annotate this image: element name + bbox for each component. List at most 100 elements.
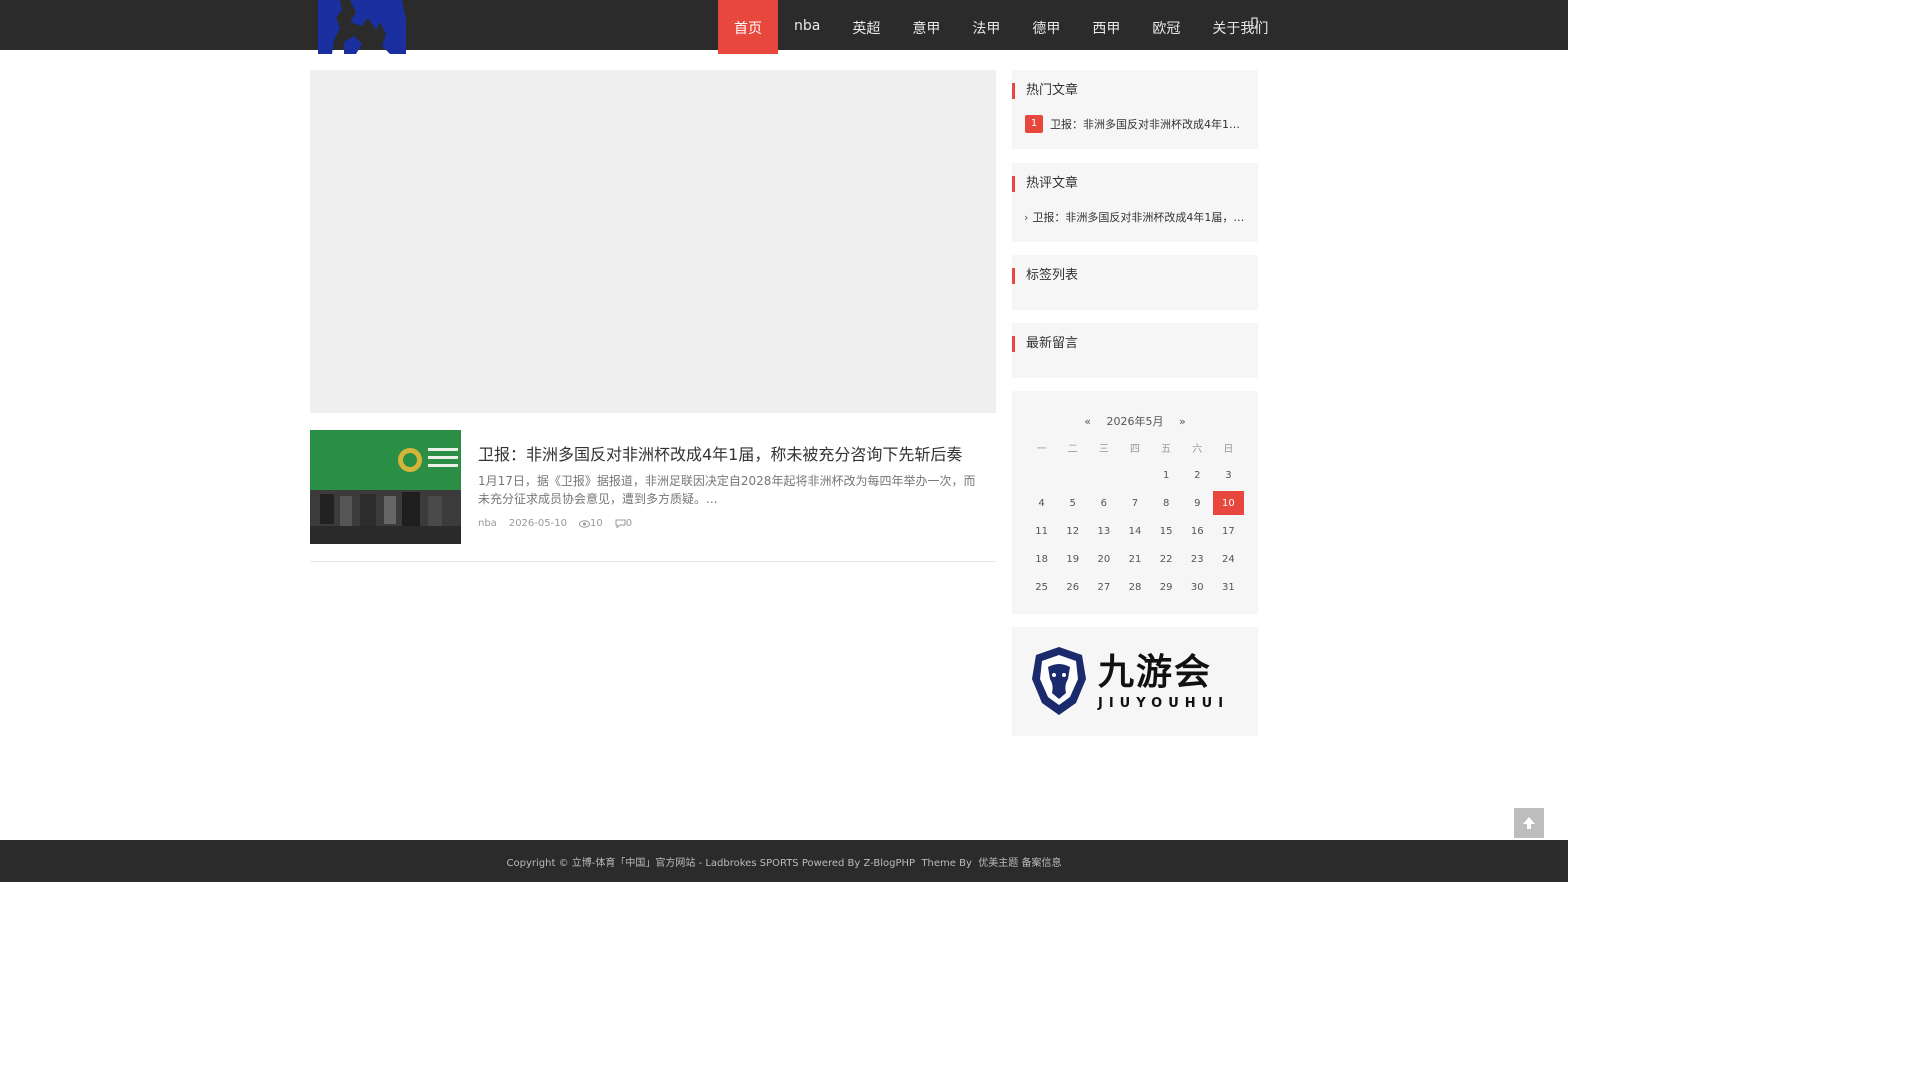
calendar-day[interactable]: 24 <box>1213 545 1244 573</box>
widget-title-hot-commented: 热评文章 <box>1012 176 1078 192</box>
brand-logo[interactable]: 九游会 JIUYOUHUI <box>1030 645 1240 717</box>
widget-title-recent: 最新留言 <box>1012 336 1078 352</box>
calendar-day[interactable]: 26 <box>1057 573 1088 601</box>
article-meta: nba 2026-05-10 10 0 <box>478 518 632 529</box>
calendar-day[interactable]: 16 <box>1182 517 1213 545</box>
calendar-day <box>1119 461 1150 489</box>
article-date: 2026-05-10 <box>508 518 567 529</box>
calendar-prev-button[interactable]: « <box>1084 415 1091 428</box>
widget-brand-ad[interactable]: 九游会 JIUYOUHUI <box>1012 627 1258 736</box>
calendar-day[interactable]: 21 <box>1119 545 1150 573</box>
calendar-weekday: 一 <box>1036 443 1047 455</box>
calendar-day[interactable]: 23 <box>1182 545 1213 573</box>
widget-hot-articles: 热门文章 1 卫报：非洲多国反对非洲杯改成4年1届，称未被充分咨询下先斩后奏 <box>1012 70 1258 149</box>
calendar-day[interactable]: 31 <box>1213 573 1244 601</box>
calendar-day[interactable]: 5 <box>1057 489 1088 517</box>
widget-hot-commented: 热评文章 › 卫报：非洲多国反对非洲杯改成4年1届，称未被充分咨询下先斩后奏 <box>1012 163 1258 242</box>
brand-name-cn: 九游会 <box>1098 650 1213 693</box>
hot-commented-link[interactable]: 卫报：非洲多国反对非洲杯改成4年1届，称未被充分咨询下先斩后奏 <box>1032 209 1249 225</box>
calendar-day[interactable]: 4 <box>1026 489 1057 517</box>
calendar-day[interactable]: 8 <box>1151 489 1182 517</box>
lion-icon <box>1032 647 1086 715</box>
article-title[interactable]: 卫报：非洲多国反对非洲杯改成4年1届，称未被充分咨询下先斩后奏 <box>478 441 988 465</box>
nav-item-bundesliga[interactable]: 德甲 <box>1016 0 1076 54</box>
calendar-week-row: 11 12 13 14 15 16 17 <box>1026 517 1244 545</box>
back-to-top-button[interactable] <box>1514 808 1544 838</box>
comment-icon <box>615 519 626 528</box>
calendar-day[interactable]: 3 <box>1213 461 1244 489</box>
search-icon[interactable] <box>1250 16 1260 30</box>
article-thumbnail[interactable] <box>310 430 461 544</box>
hot-article-link[interactable]: 卫报：非洲多国反对非洲杯改成4年1届，称未被充分咨询下先斩后奏 <box>1050 116 1250 132</box>
calendar-day-today[interactable]: 10 <box>1212 491 1244 515</box>
nav-item-champions-league[interactable]: 欧冠 <box>1136 0 1196 54</box>
calendar-week-row: 25 26 27 28 29 30 31 <box>1026 573 1244 601</box>
footer-copyright: Copyright © 立博-体育「中国」官方网站 - Ladbrokes SP… <box>506 858 916 869</box>
article-comments-count: 0 <box>625 518 633 529</box>
calendar-day[interactable]: 28 <box>1119 573 1150 601</box>
article-excerpt: 1月17日，据《卫报》据报道，非洲足联因决定自2028年起将非洲杯改为每四年举办… <box>478 474 976 506</box>
hot-article-rank: 1 <box>1025 115 1043 133</box>
calendar-day[interactable]: 9 <box>1182 489 1213 517</box>
calendar-weekday: 四 <box>1129 443 1140 455</box>
calendar-grid: 一 二 三 四 五 六 日 1 2 3 4 5 6 7 8 9 10 11 12 13 14 15 16 17 1… <box>1026 433 1244 601</box>
calendar-week-row: 18 19 20 21 22 23 24 <box>1026 545 1244 573</box>
calendar-day <box>1088 461 1119 489</box>
arrow-up-icon <box>1523 817 1535 829</box>
calendar-day[interactable]: 11 <box>1026 517 1057 545</box>
calendar-day[interactable]: 29 <box>1151 573 1182 601</box>
nav-item-serie-a[interactable]: 意甲 <box>896 0 956 54</box>
widget-recent-comments: 最新留言 <box>1012 323 1258 378</box>
hot-article-item[interactable]: 1 卫报：非洲多国反对非洲杯改成4年1届，称未被充分咨询下先斩后奏 <box>1025 115 1250 133</box>
eye-icon <box>578 519 590 528</box>
nav-item-ligue-1[interactable]: 法甲 <box>956 0 1016 54</box>
calendar-day[interactable]: 1 <box>1151 461 1182 489</box>
calendar-next-button[interactable]: » <box>1179 415 1186 428</box>
widget-calendar: « 2026年5月 » 一 二 三 四 五 六 日 1 2 3 4 5 6 7 8 9 10 11 1… <box>1012 391 1258 614</box>
calendar-day[interactable]: 14 <box>1119 517 1150 545</box>
article-views-count: 10 <box>589 518 603 529</box>
calendar-weekday: 二 <box>1067 443 1078 455</box>
calendar-day[interactable]: 20 <box>1088 545 1119 573</box>
main-nav: 首页 nba 英超 意甲 法甲 德甲 西甲 欧冠 关于我们 <box>718 0 1284 54</box>
chevron-right-icon: › <box>1024 210 1029 224</box>
calendar-day[interactable]: 13 <box>1088 517 1119 545</box>
calendar-day[interactable]: 25 <box>1026 573 1057 601</box>
footer-theme-link[interactable]: 优美主题 <box>978 858 1018 869</box>
calendar-day <box>1057 461 1088 489</box>
widget-tags: 标签列表 <box>1012 255 1258 310</box>
calendar-day[interactable]: 15 <box>1151 517 1182 545</box>
calendar-day[interactable]: 17 <box>1213 517 1244 545</box>
calendar-day[interactable]: 6 <box>1088 489 1119 517</box>
calendar-week-row: 123 <box>1026 461 1244 489</box>
footer-icp-link[interactable]: 备案信息 <box>1021 858 1061 869</box>
calendar-week-row: 4 5 6 7 8 9 10 <box>1026 489 1244 517</box>
calendar-day[interactable]: 2 <box>1182 461 1213 489</box>
hot-commented-item[interactable]: › 卫报：非洲多国反对非洲杯改成4年1届，称未被充分咨询下先斩后奏 <box>1024 209 1249 225</box>
calendar-day[interactable]: 30 <box>1182 573 1213 601</box>
nav-item-about[interactable]: 关于我们 <box>1196 0 1284 54</box>
nav-item-home[interactable]: 首页 <box>718 0 778 54</box>
banner-placeholder <box>310 70 996 413</box>
widget-title-hot: 热门文章 <box>1012 83 1078 99</box>
calendar-day[interactable]: 18 <box>1026 545 1057 573</box>
footer-text: Copyright © 立博-体育「中国」官方网站 - Ladbrokes SP… <box>0 854 1568 869</box>
footer-theme-prefix: Theme By <box>921 858 972 869</box>
article-comments: 0 <box>615 518 632 529</box>
calendar-day[interactable]: 12 <box>1057 517 1088 545</box>
nav-item-la-liga[interactable]: 西甲 <box>1076 0 1136 54</box>
calendar-day[interactable]: 7 <box>1119 489 1150 517</box>
article-list-item: 卫报：非洲多国反对非洲杯改成4年1届，称未被充分咨询下先斩后奏 1月17日，据《… <box>310 430 996 562</box>
article-category[interactable]: nba <box>478 518 497 529</box>
calendar-weekday: 日 <box>1223 443 1234 455</box>
calendar-day <box>1026 461 1057 489</box>
calendar-header: « 2026年5月 » <box>1012 413 1258 429</box>
calendar-weekday: 三 <box>1098 443 1109 455</box>
calendar-month: 2026年5月 <box>1106 415 1164 428</box>
calendar-day[interactable]: 22 <box>1151 545 1182 573</box>
site-logo[interactable] <box>310 0 410 54</box>
nav-item-premier-league[interactable]: 英超 <box>836 0 896 54</box>
nav-item-nba[interactable]: nba <box>778 0 836 54</box>
calendar-day[interactable]: 27 <box>1088 573 1119 601</box>
calendar-day[interactable]: 19 <box>1057 545 1088 573</box>
